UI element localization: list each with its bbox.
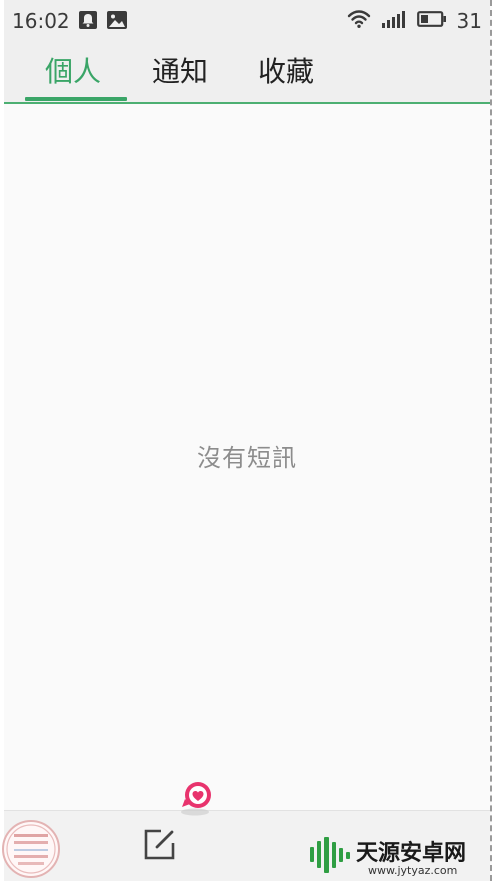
watermark-logo: 天源安卓网 www.jytyaz.com [308, 832, 494, 878]
heart-bubble-icon[interactable] [174, 781, 216, 817]
compose-button[interactable] [140, 826, 180, 866]
watermark-logo-text: 天源安卓网 [356, 840, 466, 866]
image-icon [106, 10, 128, 34]
compose-icon [143, 827, 177, 865]
tab-personal[interactable]: 個人 [45, 52, 101, 92]
empty-state-message: 沒有短訊 [197, 444, 297, 472]
status-left-icons [78, 10, 128, 34]
tab-favorites[interactable]: 收藏 [258, 52, 314, 92]
status-bar: 16:02 31 [4, 0, 490, 42]
wifi-icon [347, 9, 371, 33]
signal-icon [381, 9, 407, 33]
notification-bell-icon [78, 10, 98, 34]
tab-notifications[interactable]: 通知 [152, 52, 208, 92]
status-time: 16:02 [12, 9, 70, 33]
status-right-icons: 31 [347, 9, 482, 33]
stamp-logo [2, 820, 60, 878]
battery-level: 31 [456, 9, 482, 33]
battery-icon [416, 9, 447, 33]
phone-screen: 16:02 31 個人 通知 收藏 沒有短訊 [4, 0, 492, 881]
tab-bar: 個人 通知 收藏 [4, 42, 490, 104]
watermark-url: www.jytyaz.com [368, 864, 457, 877]
active-tab-indicator [25, 97, 127, 101]
